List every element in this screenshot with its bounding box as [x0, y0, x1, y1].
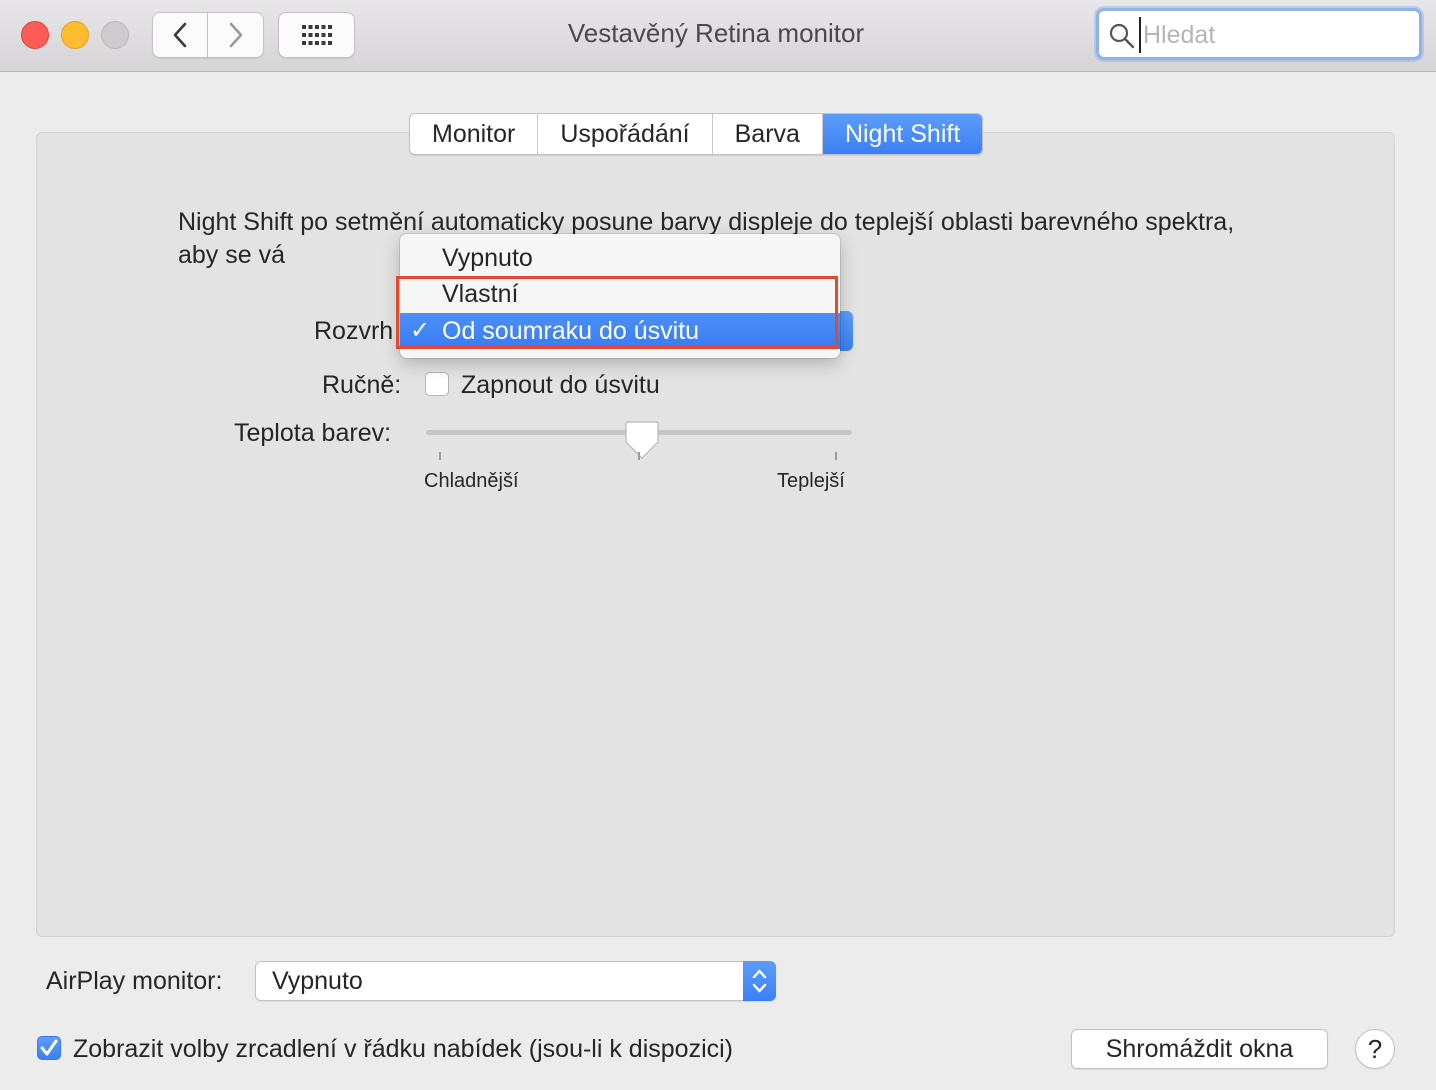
chevron-left-icon [173, 22, 187, 48]
title-bar: Vestavěný Retina monitor [0, 0, 1436, 72]
schedule-label: Rozvrh [314, 317, 394, 345]
minimize-window-button[interactable] [61, 21, 89, 49]
show-all-button[interactable] [278, 12, 355, 58]
manual-label: Ručně: [322, 371, 402, 399]
zoom-window-button[interactable] [101, 21, 129, 49]
checkmark-icon [40, 1039, 58, 1056]
tab-monitor[interactable]: Monitor [410, 114, 539, 154]
mirroring-checkbox[interactable] [37, 1036, 61, 1060]
back-button[interactable] [152, 12, 208, 58]
temperature-slider-thumb[interactable] [625, 420, 659, 460]
manual-checkbox-label: Zapnout do úsvitu [461, 371, 660, 399]
slider-tick-mid [638, 452, 640, 460]
chevron-right-icon [229, 22, 242, 48]
search-icon [1109, 23, 1135, 49]
airplay-popup[interactable]: Vypnuto [255, 961, 776, 1001]
temperature-label: Teplota barev: [234, 419, 392, 447]
menu-item-label: Od soumraku do úsvitu [442, 317, 700, 345]
gather-windows-button[interactable]: Shromáždit okna [1071, 1029, 1328, 1069]
airplay-label: AirPlay monitor: [46, 967, 223, 995]
tab-color[interactable]: Barva [713, 114, 823, 154]
slider-tick-max [835, 452, 837, 460]
tab-bar: Monitor Uspořádání Barva Night Shift [409, 113, 984, 155]
menu-item-custom[interactable]: Vlastní [400, 276, 840, 312]
mirroring-label: Zobrazit volby zrcadlení v řádku nabídek… [73, 1035, 733, 1063]
chevron-up-down-icon [752, 969, 767, 993]
airplay-stepper[interactable] [743, 961, 776, 1001]
close-window-button[interactable] [21, 21, 49, 49]
forward-button[interactable] [207, 12, 264, 58]
help-button[interactable]: ? [1355, 1029, 1395, 1069]
temperature-min-label: Chladnější [424, 470, 519, 492]
airplay-value: Vypnuto [272, 967, 363, 995]
slider-tick-min [439, 452, 441, 460]
menu-item-label: Vlastní [442, 280, 519, 308]
search-input[interactable] [1139, 17, 1415, 53]
schedule-menu: Vypnuto Vlastní ✓ Od soumraku do úsvitu [400, 234, 840, 358]
checkmark-icon: ✓ [410, 317, 431, 344]
search-field[interactable] [1096, 8, 1422, 60]
tab-night-shift[interactable]: Night Shift [822, 114, 983, 154]
grid-icon [301, 25, 332, 45]
menu-item-sunset-to-sunrise[interactable]: ✓ Od soumraku do úsvitu [400, 313, 840, 349]
menu-item-label: Vypnuto [442, 244, 533, 272]
temperature-max-label: Teplejší [777, 470, 845, 492]
manual-checkbox[interactable] [425, 372, 449, 396]
tab-arrangement[interactable]: Uspořádání [538, 114, 713, 154]
menu-item-off[interactable]: Vypnuto [400, 240, 840, 276]
window-title: Vestavěný Retina monitor [567, 18, 865, 48]
